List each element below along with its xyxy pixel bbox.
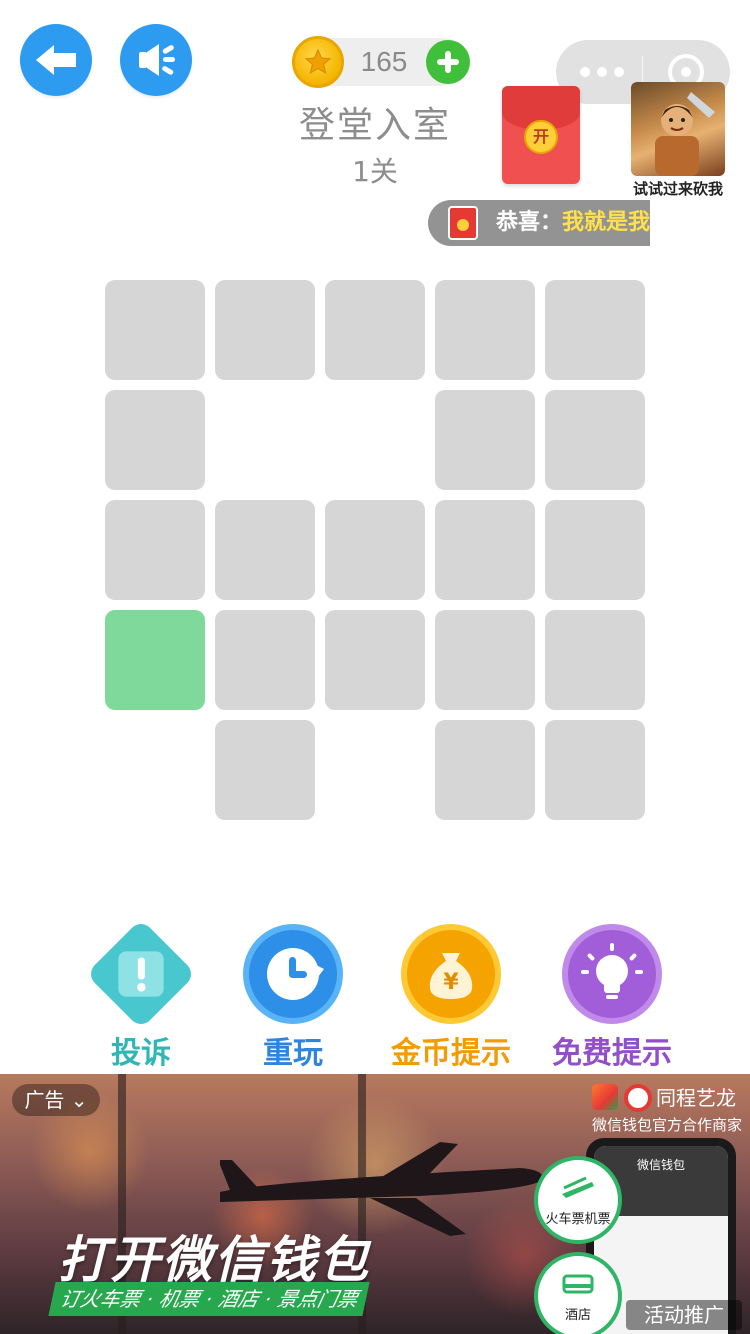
congrats-prefix: 恭喜： — [496, 210, 563, 235]
more-menu-button[interactable] — [580, 58, 624, 86]
ad-subheadline: 订火车票 · 机票 · 酒店 · 景点门票 — [48, 1282, 370, 1316]
warning-icon — [85, 918, 197, 1030]
ad-brand: 同程艺龙 — [656, 1086, 736, 1110]
red-envelope-button[interactable]: 开 — [502, 86, 580, 184]
red-envelope-seal: 开 — [524, 120, 558, 154]
grid-cell[interactable] — [545, 280, 645, 380]
grid-cell[interactable] — [325, 500, 425, 600]
grid-cell[interactable] — [545, 500, 645, 600]
congrats-winner: 我就是我 — [562, 210, 650, 235]
grid-cell[interactable] — [545, 720, 645, 820]
money-bag-icon: ¥ — [401, 924, 501, 1024]
coin-count: 165 — [360, 46, 408, 77]
sound-button[interactable] — [120, 24, 192, 96]
grid-cell[interactable] — [325, 610, 425, 710]
plus-icon — [437, 51, 459, 73]
grid-cell[interactable] — [105, 390, 205, 490]
hotel-bubble: 酒店 — [534, 1252, 622, 1334]
replay-button[interactable]: 重玩 — [223, 920, 363, 1071]
grid-cell[interactable] — [435, 500, 535, 600]
grid-cell[interactable] — [435, 280, 535, 380]
grid-cell[interactable] — [105, 500, 205, 600]
grid-cell[interactable] — [435, 610, 535, 710]
complain-label: 投诉 — [111, 1036, 171, 1071]
coin-hint-button[interactable]: ¥ 金币提示 — [381, 920, 521, 1071]
congrats-text: 恭喜：我就是我 — [496, 200, 650, 246]
ad-tag[interactable]: 广告 ⌄ — [12, 1084, 100, 1116]
ad-banner[interactable]: 广告 ⌄ 同程艺龙 微信钱包官方合作商家 微信钱包 火车票机票 酒店 打开微信钱… — [0, 1074, 750, 1334]
grid-cell[interactable] — [105, 280, 205, 380]
grid-cell[interactable] — [545, 610, 645, 710]
arrow-left-icon — [36, 45, 76, 75]
grid-cell[interactable] — [215, 280, 315, 380]
phone-title: 微信钱包 — [636, 1158, 685, 1172]
game-ad-label[interactable]: 试试过来砍我 — [620, 178, 736, 199]
free-hint-button[interactable]: 免费提示 — [542, 920, 682, 1071]
ad-partner-text: 微信钱包官方合作商家 — [592, 1116, 743, 1134]
back-button[interactable] — [20, 24, 92, 96]
bed-icon — [562, 1274, 594, 1294]
brand-logo-icon — [624, 1084, 652, 1112]
game-ad-image[interactable] — [631, 82, 725, 176]
free-hint-label: 免费提示 — [552, 1036, 672, 1071]
ad-promo-label[interactable]: 活动推广 — [626, 1300, 742, 1330]
grid-cell[interactable] — [545, 390, 645, 490]
level-number: 1关 — [352, 155, 398, 188]
red-envelope-icon — [448, 206, 478, 240]
hotel-label: 酒店 — [564, 1308, 591, 1323]
game-screen: 165 登堂入室 1关 开 试试过来砍我 恭喜：我就是我 投诉 重玩 ¥ 金币提… — [0, 0, 750, 1334]
level-title: 登堂入室 — [298, 105, 451, 146]
brand-logo-icon — [592, 1084, 618, 1110]
speaker-icon — [139, 44, 175, 76]
lightbulb-icon — [562, 924, 662, 1024]
ad-tag-label: 广告 — [24, 1088, 65, 1112]
grid-cell-filled[interactable] — [105, 610, 205, 710]
train-ticket-label: 火车票机票 — [545, 1212, 611, 1227]
grid-cell[interactable] — [215, 500, 315, 600]
add-coins-button[interactable] — [426, 40, 470, 84]
replay-clock-icon — [243, 924, 343, 1024]
grid-cell[interactable] — [435, 390, 535, 490]
grid-cell[interactable] — [215, 720, 315, 820]
svg-text:¥: ¥ — [443, 970, 459, 995]
replay-label: 重玩 — [263, 1036, 323, 1071]
train-ticket-bubble: 火车票机票 — [534, 1156, 622, 1244]
grid-cell[interactable] — [215, 610, 315, 710]
complain-button[interactable]: 投诉 — [71, 918, 211, 1071]
grid-cell[interactable] — [435, 720, 535, 820]
train-icon — [562, 1176, 594, 1198]
coin-icon — [292, 36, 344, 88]
coin-hint-label: 金币提示 — [391, 1036, 511, 1071]
grid-cell[interactable] — [325, 280, 425, 380]
